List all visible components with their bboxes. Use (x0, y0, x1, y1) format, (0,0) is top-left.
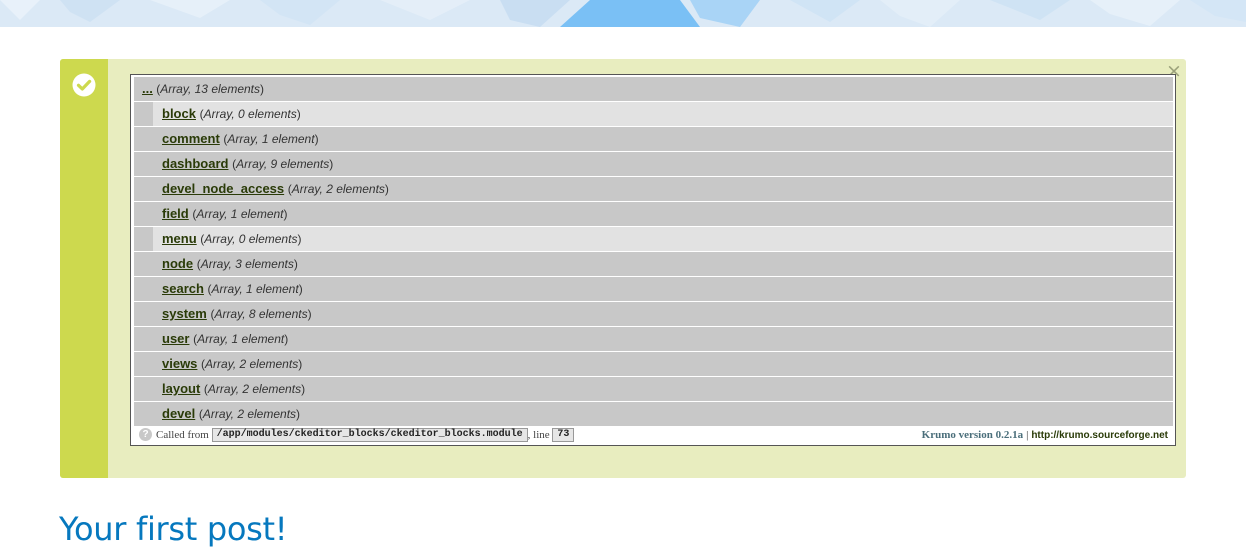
krumo-item-key[interactable]: user (162, 331, 189, 346)
krumo-item-node[interactable]: node (Array, 3 elements) (134, 252, 1173, 276)
called-from-label: Called from (156, 429, 209, 441)
krumo-item-type: (Array, 1 element) (223, 132, 319, 146)
krumo-item-key[interactable]: layout (162, 381, 200, 396)
krumo-item-comment[interactable]: comment (Array, 1 element) (134, 127, 1173, 151)
post-title[interactable]: Your first post! (59, 508, 288, 550)
krumo-version: Krumo version 0.2.1a (921, 429, 1024, 441)
krumo-item-key[interactable]: block (162, 106, 196, 121)
line-number: 73 (552, 428, 575, 443)
krumo-item-type: (Array, 2 elements) (287, 182, 389, 196)
krumo-item-key[interactable]: dashboard (162, 156, 228, 171)
krumo-item-key[interactable]: devel_node_access (162, 181, 284, 196)
krumo-item-key[interactable]: menu (162, 231, 197, 246)
krumo-item-key[interactable]: search (162, 281, 204, 296)
krumo-item-type: (Array, 8 elements) (210, 307, 312, 321)
help-icon[interactable]: ? (139, 428, 152, 441)
krumo-item-type: (Array, 2 elements) (198, 407, 301, 421)
krumo-root-type: (Array, 13 elements) (156, 82, 265, 96)
krumo-debug-output: ... (Array, 13 elements) block (Array, 0… (130, 74, 1176, 446)
called-from-info: Called from /app/modules/ckeditor_blocks… (156, 426, 575, 444)
krumo-version-info: Krumo version 0.2.1a | http://krumo.source… (922, 426, 1168, 445)
called-from-file-path: /app/modules/ckeditor_blocks/ckeditor_bl… (211, 428, 528, 443)
krumo-item-menu[interactable]: menu (Array, 0 elements) (134, 227, 1173, 251)
message-status-bar (60, 59, 108, 478)
version-separator: | (1026, 429, 1029, 441)
line-label: , line (527, 429, 550, 441)
krumo-item-layout[interactable]: layout (Array, 2 elements) (134, 377, 1173, 401)
krumo-item-field[interactable]: field (Array, 1 element) (134, 202, 1173, 226)
krumo-item-key[interactable]: comment (162, 131, 220, 146)
krumo-item-key[interactable]: node (162, 256, 193, 271)
krumo-footer: ? Called from /app/modules/ckeditor_bloc… (134, 426, 1173, 444)
krumo-item-devel[interactable]: devel (Array, 2 elements) (134, 402, 1173, 426)
krumo-item-type: (Array, 1 element) (207, 282, 303, 296)
krumo-item-block[interactable]: block (Array, 0 elements) (134, 102, 1173, 126)
krumo-item-key[interactable]: views (162, 356, 197, 371)
krumo-item-user[interactable]: user (Array, 1 element) (134, 327, 1173, 351)
krumo-item-key[interactable]: system (162, 306, 207, 321)
krumo-item-type: (Array, 2 elements) (201, 357, 303, 371)
krumo-item-views[interactable]: views (Array, 2 elements) (134, 352, 1173, 376)
krumo-item-devel-node-access[interactable]: devel_node_access (Array, 2 elements) (134, 177, 1173, 201)
krumo-item-type: (Array, 3 elements) (196, 257, 298, 271)
krumo-root-row[interactable]: ... (Array, 13 elements) (134, 77, 1173, 101)
checkmark-circle-icon (72, 73, 96, 97)
krumo-item-search[interactable]: search (Array, 1 element) (134, 277, 1173, 301)
krumo-item-type: (Array, 1 element) (192, 207, 288, 221)
krumo-homepage-link[interactable]: http://krumo.sourceforge.net (1031, 430, 1168, 441)
banner-pattern (0, 0, 1246, 27)
krumo-item-type: (Array, 2 elements) (203, 382, 306, 396)
krumo-item-type: (Array, 9 elements) (232, 157, 334, 171)
krumo-item-dashboard[interactable]: dashboard (Array, 9 elements) (134, 152, 1173, 176)
status-message: × ... (Array, 13 elements) block (Array,… (60, 59, 1186, 478)
krumo-item-system[interactable]: system (Array, 8 elements) (134, 302, 1173, 326)
krumo-item-type: (Array, 0 elements) (200, 232, 302, 246)
krumo-root-toggle[interactable]: ... (142, 81, 153, 96)
krumo-item-key[interactable]: devel (162, 406, 195, 421)
krumo-item-type: (Array, 1 element) (193, 332, 289, 346)
krumo-item-type: (Array, 0 elements) (199, 107, 301, 121)
krumo-children-list: block (Array, 0 elements) comment (Array… (134, 102, 1173, 427)
krumo-item-key[interactable]: field (162, 206, 189, 221)
header-banner (0, 0, 1246, 27)
